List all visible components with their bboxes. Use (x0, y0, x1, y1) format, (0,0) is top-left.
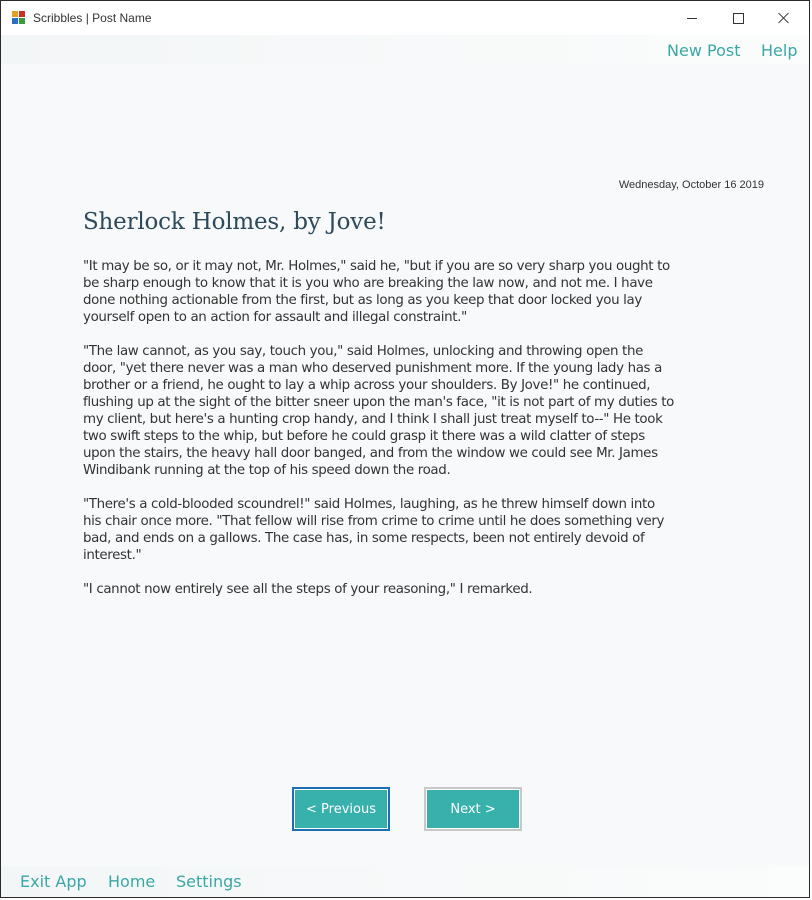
bottom-menu-bar: Exit App Home Settings (1, 867, 809, 897)
title-bar: Scribbles | Post Name (1, 1, 809, 35)
close-icon (778, 12, 790, 24)
settings-link[interactable]: Settings (176, 872, 242, 891)
post-paragraph: "The law cannot, as you say, touch you,"… (83, 344, 674, 478)
maximize-button[interactable] (715, 1, 761, 35)
window-title: Scribbles | Post Name (33, 11, 152, 25)
app-window: Scribbles | Post Name New Post Help Wedn… (0, 0, 810, 898)
post-title: Sherlock Holmes, by Jove! (83, 209, 386, 235)
new-post-link[interactable]: New Post (667, 41, 740, 60)
minimize-icon (687, 17, 697, 19)
post-paragraph: "I cannot now entirely see all the steps… (83, 582, 533, 597)
post-date: Wednesday, October 16 2019 (618, 179, 764, 191)
previous-button[interactable]: < Previous (292, 787, 390, 831)
top-menu-bar: New Post Help (1, 35, 809, 64)
app-icon (12, 11, 26, 25)
minimize-button[interactable] (669, 1, 715, 35)
exit-app-link[interactable]: Exit App (20, 872, 87, 891)
help-link[interactable]: Help (761, 41, 797, 60)
post-paragraph: "It may be so, or it may not, Mr. Holmes… (83, 259, 670, 325)
home-link[interactable]: Home (108, 872, 155, 891)
post-paragraph: "There's a cold-blooded scoundrel!" said… (83, 497, 665, 563)
close-button[interactable] (761, 1, 807, 35)
next-button[interactable]: Next > (424, 787, 522, 831)
maximize-icon (732, 12, 744, 24)
post-body: "It may be so, or it may not, Mr. Holmes… (83, 258, 675, 615)
